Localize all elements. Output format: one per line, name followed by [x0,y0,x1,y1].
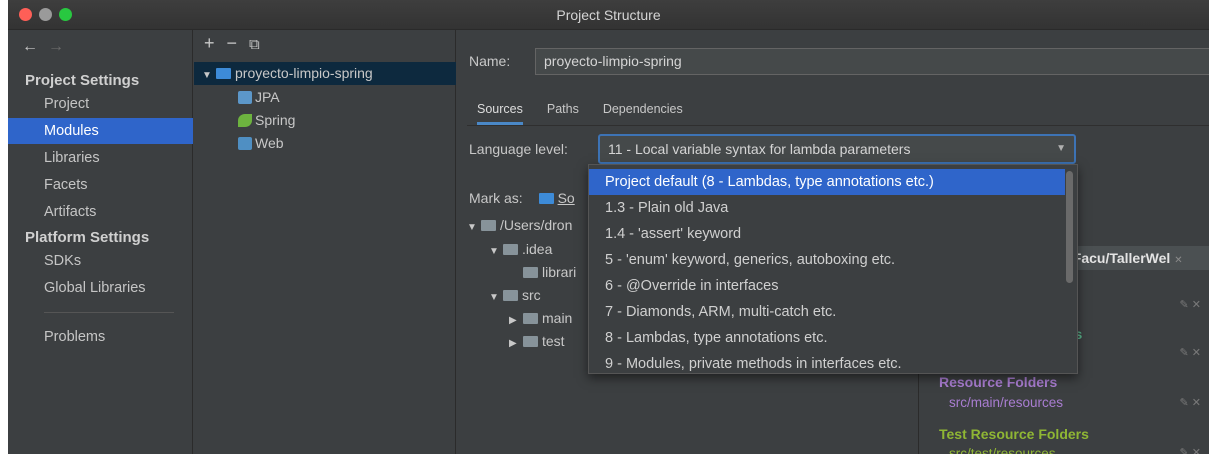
collapse-triangle-icon[interactable]: ▶ [509,309,523,332]
content-tree-row[interactable]: ▼ src [489,284,541,307]
tree-row-label: test [542,333,565,349]
edit-remove-icons[interactable]: ✎ ✕ [1180,446,1202,454]
settings-sidebar: ← → Project Settings Project Modules Libr… [8,30,193,454]
language-option[interactable]: 9 - Modules, private methods in interfac… [589,351,1065,373]
spring-leaf-icon [238,114,252,127]
name-label: Name: [469,53,511,69]
folder-icon [503,244,518,255]
content-tree-row[interactable]: ▶ test [509,330,565,353]
sources-folder-icon [538,193,554,204]
mark-sources-button[interactable]: So [538,190,575,206]
window-title: Project Structure [556,7,661,23]
language-option[interactable]: 1.3 - Plain old Java [589,195,1065,221]
resource-folder-path: src/main/resources [949,395,1064,410]
tree-row-label: main [542,310,573,326]
content-tree-row[interactable]: ▼ .idea [489,238,552,261]
sidebar-divider [44,312,174,313]
language-option[interactable]: 6 - @Override in interfaces [589,273,1065,299]
language-option[interactable]: Project default (8 - Lambdas, type annot… [589,169,1065,195]
edit-remove-icons[interactable]: ✎ ✕ [1180,298,1202,311]
module-tabs: Sources Paths Dependencies [477,102,707,125]
tab-paths[interactable]: Paths [547,102,579,122]
language-level-label: Language level: [469,141,568,157]
remove-root-icon[interactable]: ✕ [1174,255,1182,266]
title-bar: Project Structure [8,0,1209,30]
navigation-arrows: ← → [22,38,64,56]
folder-icon [481,220,496,231]
language-level-value: 11 - Local variable syntax for lambda pa… [608,141,911,157]
desktop-edge [0,0,8,454]
expand-triangle-icon[interactable]: ▼ [489,240,503,263]
dropdown-caret-icon[interactable]: ▼ [1056,136,1066,162]
module-name-field[interactable]: proyecto-limpio-spring [535,48,1209,75]
language-option[interactable]: 8 - Lambdas, type annotations etc. [589,325,1065,351]
add-icon[interactable]: + [204,33,215,53]
sidebar-item-libraries[interactable]: Libraries [8,145,193,171]
module-toolbar: + − ⧉ [204,33,272,54]
content-tree-row[interactable]: librari [523,261,576,284]
resource-folders-heading: Resource Folders [939,374,1058,390]
module-child-label: Web [255,135,284,151]
project-structure-window: Project Structure ← → Project Settings Pr… [8,0,1209,454]
tree-row-label: librari [542,264,577,280]
content-tree-row[interactable]: ▼ /Users/dron [467,214,572,237]
language-level-dropdown: Project default (8 - Lambdas, type annot… [588,164,1078,374]
forward-arrow-icon[interactable]: → [48,38,64,55]
copy-icon[interactable]: ⧉ [249,36,260,53]
sidebar-item-artifacts[interactable]: Artifacts [8,199,193,225]
content-tree-row[interactable]: ▶ main [509,307,572,330]
back-arrow-icon[interactable]: ← [22,38,38,55]
language-option[interactable]: 5 - 'enum' keyword, generics, autoboxing… [589,247,1065,273]
folder-icon [523,313,538,324]
test-resource-folder-path: src/test/resources [949,446,1056,454]
edit-remove-icons[interactable]: ✎ ✕ [1180,346,1202,359]
mark-as-row: Mark as: So [469,190,575,206]
collapse-triangle-icon[interactable]: ▶ [509,332,523,355]
folder-icon [503,290,518,301]
tree-row-label: .idea [522,241,553,257]
mark-sources-label: So [557,190,575,206]
expand-triangle-icon[interactable]: ▼ [467,216,481,239]
sidebar-item-facets[interactable]: Facets [8,172,193,198]
language-option[interactable]: 1.4 - 'assert' keyword [589,221,1065,247]
module-folder-icon [216,68,231,79]
content-root-path-label: ./Facu/TallerWel [1065,250,1171,266]
module-child-spring[interactable]: Spring [238,109,295,132]
expand-triangle-icon[interactable]: ▼ [202,64,216,87]
tree-row-label: src [522,287,541,303]
folder-icon [523,336,538,347]
platform-settings-heading: Platform Settings [25,229,150,246]
language-option[interactable]: 7 - Diamonds, ARM, multi-catch etc. [589,299,1065,325]
sidebar-item-problems[interactable]: Problems [8,324,193,350]
folder-icon [523,267,538,278]
dropdown-scrollbar[interactable] [1066,171,1073,283]
module-tree-panel: + − ⧉ ▼ proyecto-limpio-spring JPA Spring W… [194,30,456,454]
module-root-row[interactable]: ▼ proyecto-limpio-spring [194,62,456,85]
sidebar-item-project[interactable]: Project [8,91,193,117]
tabs-divider [467,125,1209,126]
sidebar-item-sdks[interactable]: SDKs [8,248,193,274]
module-child-label: Spring [255,112,296,128]
remove-icon[interactable]: − [227,33,238,53]
language-level-select[interactable]: 11 - Local variable syntax for lambda pa… [598,134,1076,164]
jpa-icon [238,91,252,104]
mark-as-label: Mark as: [469,190,523,206]
project-settings-heading: Project Settings [25,72,140,89]
edit-remove-icons[interactable]: ✎ ✕ [1180,396,1202,409]
sidebar-item-global-libraries[interactable]: Global Libraries [8,275,193,301]
tree-row-label: /Users/dron [500,217,573,233]
test-resource-folders-heading: Test Resource Folders [939,426,1089,442]
module-child-jpa[interactable]: JPA [238,86,280,109]
web-icon [238,137,252,150]
sidebar-item-modules[interactable]: Modules [8,118,193,144]
module-child-web[interactable]: Web [238,132,284,155]
tab-sources[interactable]: Sources [477,102,523,125]
tab-dependencies[interactable]: Dependencies [603,102,683,122]
module-child-label: JPA [255,89,280,105]
expand-triangle-icon[interactable]: ▼ [489,286,503,309]
module-root-label: proyecto-limpio-spring [235,65,373,81]
